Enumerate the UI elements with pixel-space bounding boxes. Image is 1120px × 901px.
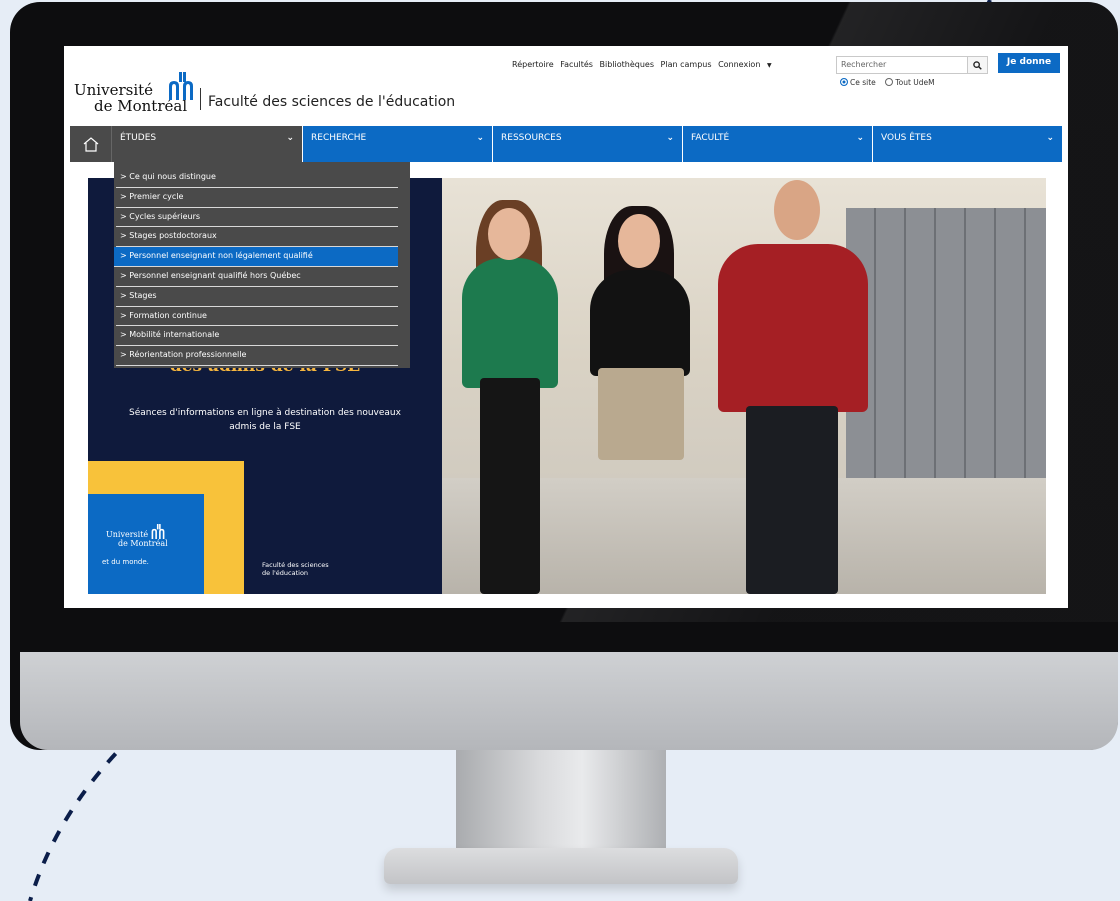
radio-tout-udem-label: Tout UdeM [895, 78, 935, 87]
radio-tout-udem[interactable] [885, 78, 894, 86]
monitor-stand-base [384, 848, 738, 884]
caret-down-icon: ▼ [766, 62, 772, 69]
search-input[interactable]: Rechercher [836, 56, 968, 74]
chevron-down-icon: ⌄ [1046, 133, 1054, 143]
dropdown-item-stages[interactable]: > Stages [116, 287, 398, 307]
photo-student-pants [746, 406, 838, 594]
photo-student-green-sweater [462, 258, 558, 388]
hero-faculty-line-1: Faculté des sciences [262, 561, 329, 569]
faculty-title[interactable]: Faculté des sciences de l'éducation [208, 94, 455, 110]
home-button[interactable] [70, 126, 112, 162]
chevron-down-icon: ⌄ [856, 133, 864, 143]
dropdown-item-mobilite-internationale[interactable]: > Mobilité internationale [116, 326, 398, 347]
nav-etudes-label: ÉTUDES [120, 133, 157, 143]
logo-divider [200, 88, 201, 110]
dropdown-item-stages-postdoctoraux[interactable]: > Stages postdoctoraux [116, 227, 398, 248]
logo-line-2: de Montréal [94, 97, 188, 115]
chevron-down-icon: ⌄ [476, 133, 484, 143]
hero-photo-students [442, 178, 1046, 594]
hero-subtitle: Séances d'informations en ligne à destin… [129, 408, 401, 432]
photo-student-face [774, 180, 820, 240]
nav-recherche[interactable]: RECHERCHE ⌄ [302, 126, 492, 162]
dropdown-item-reorientation-professionnelle[interactable]: > Réorientation professionnelle [116, 346, 398, 366]
hero-faculty-line-2: de l'éducation [262, 569, 309, 577]
photo-student-face [618, 214, 660, 268]
hero-logo-tagline: et du monde. [102, 558, 149, 566]
nav-faculte[interactable]: FACULTÉ ⌄ [682, 126, 872, 162]
hero-logo-line-2: de Montréal [118, 539, 168, 548]
nav-vous-etes-label: VOUS ÊTES [881, 133, 932, 143]
home-icon [83, 137, 98, 152]
monitor-chin [20, 652, 1118, 750]
utility-link-connexion[interactable]: Connexion ▼ [718, 60, 776, 69]
nav-etudes[interactable]: ÉTUDES ⌄ [112, 126, 302, 162]
radio-ce-site[interactable] [840, 78, 848, 86]
dropdown-item-personnel-qualifie-hors-quebec[interactable]: > Personnel enseignant qualifié hors Qué… [116, 267, 398, 287]
nav-faculte-label: FACULTÉ [691, 133, 730, 143]
photo-student-pants [480, 378, 540, 594]
radio-ce-site-label: Ce site [850, 78, 876, 87]
browser-screen: Répertoire Facultés Bibliothèques Plan c… [64, 46, 1068, 608]
chevron-down-icon: ⌄ [286, 133, 294, 143]
hero-faculty-label: Faculté des sciences de l'éducation [262, 561, 329, 577]
dropdown-item-formation-continue[interactable]: > Formation continue [116, 307, 398, 327]
chevron-down-icon: ⌄ [666, 133, 674, 143]
search-icon [973, 61, 982, 70]
photo-student-red-sweater [718, 244, 868, 412]
connexion-label: Connexion [718, 60, 761, 69]
search-scope: Ce site Tout UdeM [840, 78, 935, 87]
udem-logo-mark-icon [169, 72, 193, 100]
nav-ressources-label: RESSOURCES [501, 133, 562, 143]
nav-recherche-label: RECHERCHE [311, 133, 367, 143]
udem-logo-mark-icon [151, 524, 165, 539]
main-nav: ÉTUDES ⌄ RECHERCHE ⌄ RESSOURCES ⌄ FACULT… [70, 126, 1062, 162]
utility-link-bibliotheques[interactable]: Bibliothèques [599, 60, 654, 69]
utility-link-plan-campus[interactable]: Plan campus [661, 60, 712, 69]
monitor-stand-neck [456, 750, 666, 860]
dropdown-item-ce-qui-nous-distingue[interactable]: > Ce qui nous distingue [116, 168, 398, 188]
dropdown-item-personnel-non-legalement-qualifie[interactable]: > Personnel enseignant non légalement qu… [114, 247, 398, 267]
donate-button[interactable]: Je donne [998, 53, 1060, 73]
photo-student-skirt [598, 368, 684, 460]
dropdown-item-cycles-superieurs[interactable]: > Cycles supérieurs [116, 208, 398, 228]
utility-nav: Répertoire Facultés Bibliothèques Plan c… [512, 60, 780, 69]
etudes-dropdown-menu: > Ce qui nous distingue > Premier cycle … [114, 162, 410, 368]
photo-student-black-sweater [590, 270, 690, 376]
dropdown-item-premier-cycle[interactable]: > Premier cycle [116, 188, 398, 208]
search-button[interactable] [968, 56, 988, 74]
photo-student-face [488, 208, 530, 260]
utility-link-repertoire[interactable]: Répertoire [512, 60, 554, 69]
nav-ressources[interactable]: RESSOURCES ⌄ [492, 126, 682, 162]
utility-link-facultes[interactable]: Facultés [560, 60, 593, 69]
nav-vous-etes[interactable]: VOUS ÊTES ⌄ [872, 126, 1062, 162]
